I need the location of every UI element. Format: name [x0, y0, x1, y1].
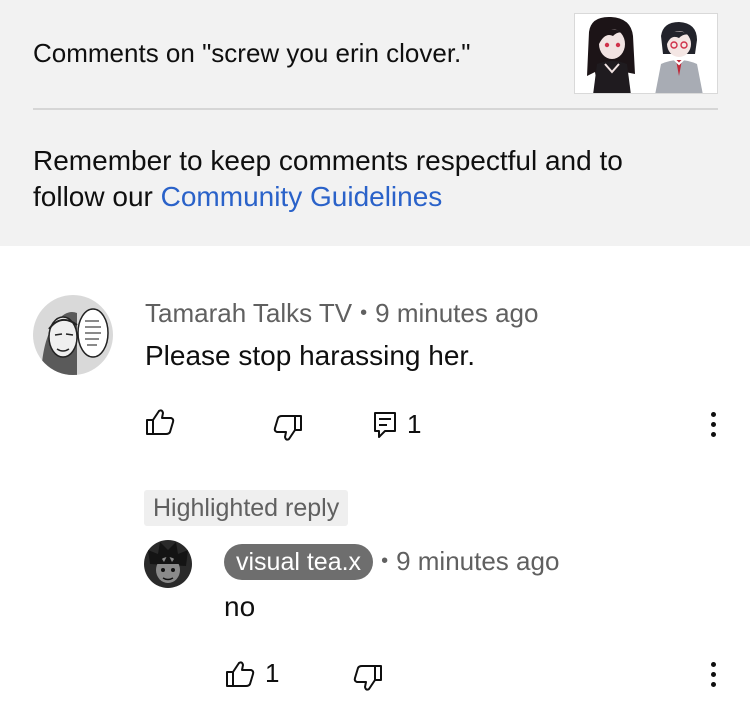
reply-more-options-icon[interactable]	[709, 662, 717, 687]
anime-character-avatar-icon	[144, 540, 192, 588]
thumbs-up-icon	[226, 660, 255, 687]
reply-meta: visual tea.x • 9 minutes ago	[224, 544, 559, 580]
reply-likes-count: 1	[265, 658, 280, 688]
comment-author[interactable]: Tamarah Talks TV	[145, 298, 352, 328]
highlighted-reply-label: Highlighted reply	[144, 490, 349, 526]
comments-header: Comments on "screw you erin clover." Rem…	[0, 0, 750, 246]
guidelines-reminder: Remember to keep comments respectful and…	[33, 143, 693, 215]
video-thumbnail[interactable]	[574, 13, 718, 94]
comment-author-avatar[interactable]	[33, 295, 113, 375]
reply-dislike-button[interactable]	[353, 664, 383, 692]
comment-meta: Tamarah Talks TV • 9 minutes ago	[145, 298, 538, 329]
thumbs-up-icon	[146, 409, 175, 435]
comment-more-options-icon[interactable]	[709, 412, 717, 437]
thumbs-down-icon	[353, 665, 382, 691]
page-title: Comments on "screw you erin clover."	[33, 38, 471, 68]
header-divider	[33, 108, 718, 110]
reply-like-button[interactable]: 1	[225, 658, 279, 689]
thumbs-down-icon	[273, 415, 302, 441]
replies-count: 1	[407, 409, 422, 439]
reply-author-chip[interactable]: visual tea.x	[224, 544, 374, 580]
reply-comment-icon	[374, 411, 396, 438]
community-guidelines-link[interactable]: Community Guidelines	[161, 181, 443, 212]
reply-text: no	[224, 591, 256, 622]
reply-author-avatar[interactable]	[144, 540, 192, 588]
manga-character-avatar-icon	[33, 295, 113, 375]
comment-like-button[interactable]	[145, 408, 175, 436]
comment-text: Please stop harassing her.	[145, 340, 475, 371]
video-thumbnail-icon	[575, 14, 717, 93]
comment-replies-button[interactable]: 1	[373, 409, 421, 440]
meta-separator: •	[381, 550, 389, 572]
comment-timestamp[interactable]: 9 minutes ago	[375, 298, 538, 328]
meta-separator: •	[360, 302, 368, 324]
comment-dislike-button[interactable]	[273, 414, 303, 442]
reply-timestamp[interactable]: 9 minutes ago	[396, 546, 559, 576]
